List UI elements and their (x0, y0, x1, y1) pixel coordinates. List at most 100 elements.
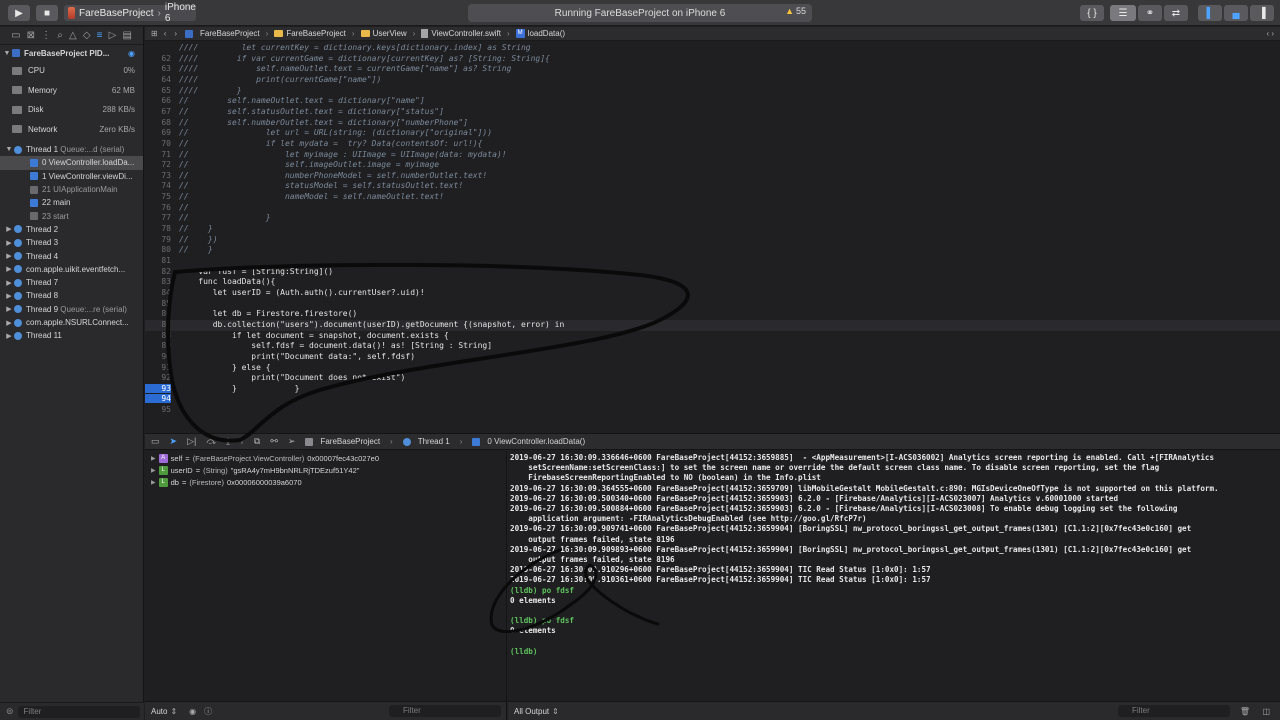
step-over-icon[interactable]: ⤼ (206, 436, 216, 447)
variable-row[interactable]: ▶ Ldb = (Firestore) 0x00006000039a6070 (145, 476, 506, 488)
run-button[interactable]: ▶ (8, 5, 30, 21)
line-number[interactable]: 65 (145, 86, 171, 95)
standard-editor-button[interactable]: ☰ (1110, 5, 1136, 21)
step-into-icon[interactable]: ⤓ (226, 436, 230, 447)
console-output[interactable]: 2019-06-27 16:30:09.336646+0600 FareBase… (508, 451, 1280, 701)
debug-crumb-thread[interactable]: Thread 1 (402, 437, 450, 446)
hierarchy-icon[interactable]: ⋮ (41, 30, 51, 41)
line-number[interactable]: 86 (145, 309, 171, 318)
gauge-cpu[interactable]: CPU 0% (0, 61, 143, 81)
step-out-icon[interactable]: ⤒ (240, 436, 244, 447)
breadcrumb-folder[interactable]: UserView (360, 29, 407, 38)
line-number[interactable]: 91 (145, 363, 171, 372)
info-icon[interactable]: ⓘ (204, 706, 212, 717)
hide-debug-area-icon[interactable]: ▭ (151, 436, 160, 447)
breadcrumb-file[interactable]: ViewController.swift (421, 29, 501, 38)
library-button[interactable]: { } (1080, 5, 1104, 21)
console-filter-input[interactable]: Filter (1118, 705, 1230, 717)
process-row[interactable]: ▼ FareBaseProject PID... ◉ (0, 45, 143, 61)
stack-frame-row[interactable]: 1 ViewController.viewDi... (0, 170, 143, 183)
line-number[interactable]: 90 (145, 352, 171, 361)
line-number[interactable]: 62 (145, 54, 171, 63)
line-number[interactable]: 87 (145, 320, 171, 329)
line-number[interactable]: 74 (145, 181, 171, 190)
line-number[interactable]: 71 (145, 150, 171, 159)
stack-frame-row[interactable]: 23 start (0, 209, 143, 222)
line-number[interactable]: 69 (145, 128, 171, 137)
warnings-indicator[interactable]: ▲ 55 (785, 6, 806, 16)
breakpoints-toggle-icon[interactable]: ➤ (170, 436, 178, 447)
line-number[interactable]: 77 (145, 213, 171, 222)
eye-icon[interactable]: ◉ (189, 707, 196, 716)
line-number[interactable]: 79 (145, 235, 171, 244)
line-number[interactable]: 83 (145, 277, 171, 286)
variables-filter-input[interactable]: Filter (389, 705, 501, 717)
report-icon[interactable]: ▤ (122, 30, 131, 41)
thread-row[interactable]: ▶ Thread 2 (0, 223, 143, 236)
line-number[interactable]: 64 (145, 75, 171, 84)
source-editor[interactable]: //// let currentKey = dictionary.keys[di… (145, 42, 1280, 432)
thread-row-1[interactable]: ▼ Thread 1 Queue:...d (serial) (0, 143, 143, 156)
related-items-icon[interactable]: ⊞ (151, 29, 158, 38)
line-number[interactable]: 81 (145, 256, 171, 265)
line-number[interactable]: 72 (145, 160, 171, 169)
line-number[interactable]: 92 (145, 373, 171, 382)
version-editor-button[interactable]: ⇄ (1164, 5, 1188, 21)
assistant-editor-button[interactable]: ⚭ (1138, 5, 1162, 21)
breakpoint-marker[interactable]: 93 (145, 383, 171, 393)
stack-frame-row[interactable]: 22 main (0, 196, 143, 209)
search-icon[interactable]: ⌕ (57, 30, 63, 41)
debug-navigator-icon[interactable]: ≡ (97, 30, 103, 41)
thread-row[interactable]: ▶ Thread 4 (0, 249, 143, 262)
variable-row[interactable]: ▶ LuserID = (String) "gsRA4y7mH9bnNRLRjTDEzu… (145, 464, 506, 476)
line-number[interactable]: 88 (145, 331, 171, 340)
variables-mode-select[interactable]: Auto (151, 707, 167, 716)
line-number[interactable]: 76 (145, 203, 171, 212)
variable-row[interactable]: ▶ Aself = (FareBaseProject.ViewController) 0… (145, 452, 506, 464)
view-hierarchy-icon[interactable]: ⧉ (254, 436, 260, 447)
location-icon[interactable]: ➢ (288, 436, 296, 447)
toggle-navigator-button[interactable]: ▌ (1198, 5, 1222, 21)
line-number[interactable]: 78 (145, 224, 171, 233)
line-number[interactable]: 67 (145, 107, 171, 116)
gauge-memory[interactable]: Memory 62 MB (0, 81, 143, 101)
line-number[interactable]: 66 (145, 96, 171, 105)
thread-row[interactable]: ▶ Thread 8 (0, 289, 143, 302)
stack-frame-row[interactable]: 21 UIApplicationMain (0, 183, 143, 196)
line-number[interactable]: 73 (145, 171, 171, 180)
source-control-icon[interactable]: ⊠ (27, 30, 35, 41)
thread-row[interactable]: ▶ Thread 9 Queue:...re (serial) (0, 303, 143, 316)
console-output-select[interactable]: All Output (514, 707, 549, 716)
debug-crumb-process[interactable]: FareBaseProject (305, 437, 380, 446)
thread-row[interactable]: ▶ Thread 11 (0, 329, 143, 342)
navigator-filter-input[interactable]: Filter (17, 705, 140, 718)
breakpoint-marker[interactable]: 94 (145, 394, 171, 404)
line-number[interactable]: 84 (145, 288, 171, 297)
line-number[interactable]: 82 (145, 267, 171, 276)
line-number[interactable]: 70 (145, 139, 171, 148)
debug-crumb-frame[interactable]: 0 ViewController.loadData() (472, 437, 585, 446)
gauge-network[interactable]: Network Zero KB/s (0, 120, 143, 140)
issue-icon[interactable]: △ (69, 30, 77, 41)
breadcrumb-method[interactable]: MloadData() (515, 29, 565, 38)
test-icon[interactable]: ◇ (83, 30, 91, 41)
folder-icon[interactable]: ▭ (11, 30, 20, 41)
breadcrumb-group[interactable]: FareBaseProject (274, 29, 346, 38)
line-number[interactable]: 85 (145, 299, 171, 308)
split-view-icon[interactable]: ◫ (1262, 707, 1270, 716)
breakpoint-icon[interactable]: ▷ (109, 30, 117, 41)
memory-graph-icon[interactable]: ⚯ (270, 436, 278, 447)
issue-navigation-icon[interactable]: ‹ › (1266, 29, 1274, 38)
line-number[interactable]: 89 (145, 341, 171, 350)
line-number[interactable]: 75 (145, 192, 171, 201)
thread-row[interactable]: ▶ com.apple.NSURLConnect... (0, 316, 143, 329)
line-number[interactable]: 63 (145, 64, 171, 73)
thread-row[interactable]: ▶ com.apple.uikit.eventfetch... (0, 263, 143, 276)
toggle-inspector-button[interactable]: ▐ (1250, 5, 1274, 21)
stack-frame-row[interactable]: 0 ViewController.loadDa... (0, 156, 143, 170)
stop-button[interactable]: ■ (36, 5, 58, 21)
toggle-debug-area-button[interactable]: ▄ (1224, 5, 1248, 21)
line-number[interactable]: 95 (145, 405, 171, 414)
line-number[interactable]: 80 (145, 245, 171, 254)
gauge-disk[interactable]: Disk 288 KB/s (0, 100, 143, 120)
